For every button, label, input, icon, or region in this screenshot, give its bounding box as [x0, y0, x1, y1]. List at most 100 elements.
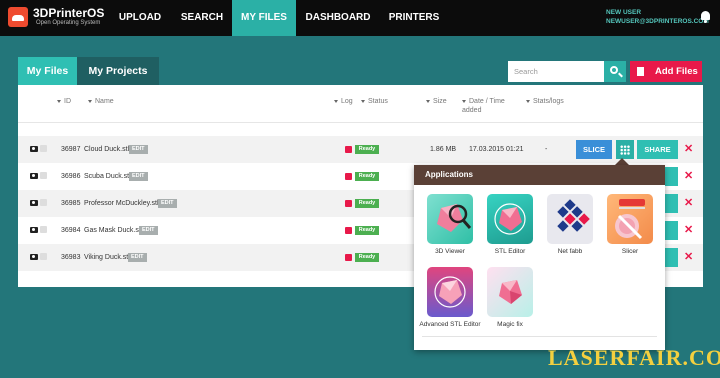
col-stats-label: Stats/logs	[533, 98, 564, 105]
file-name[interactable]: Viking Duck.stl	[84, 253, 130, 262]
brand-tagline: Open Operating System	[36, 20, 101, 26]
file-id: 36987	[61, 146, 81, 153]
slice-button[interactable]: SLICE	[576, 140, 612, 159]
sort-icon	[526, 99, 530, 103]
row-checkbox[interactable]	[40, 172, 47, 179]
log-icon[interactable]	[345, 173, 352, 180]
camera-icon[interactable]	[30, 146, 38, 152]
status-badge: Ready	[355, 253, 379, 262]
nav-dashboard[interactable]: DASHBOARD	[302, 0, 374, 36]
col-header-name[interactable]: Name	[88, 97, 114, 106]
app-magic-fix[interactable]: Magic fix	[480, 267, 540, 337]
col-header-status[interactable]: Status	[361, 97, 388, 106]
viewer-icon	[427, 194, 473, 244]
nav-search[interactable]: SEARCH	[174, 0, 230, 36]
add-files-label: Add Files	[655, 66, 698, 77]
log-icon[interactable]	[345, 146, 352, 153]
share-button[interactable]	[663, 167, 678, 186]
app-stl-editor[interactable]: STL Editor	[480, 194, 540, 264]
row-checkbox[interactable]	[40, 145, 47, 152]
file-name[interactable]: Gas Mask Duck.stl	[84, 226, 142, 235]
row-checkbox[interactable]	[40, 253, 47, 260]
app-netfabb[interactable]: Net fabb	[540, 194, 600, 264]
col-size-label: Size	[433, 98, 447, 105]
user-email: NEWUSER@3DPRINTEROS.COM	[606, 18, 709, 25]
netfabb-icon	[547, 194, 593, 244]
nav-upload[interactable]: UPLOAD	[112, 0, 168, 36]
sort-icon	[57, 99, 61, 103]
col-id-label: ID	[64, 98, 71, 105]
app-advanced-stl-editor[interactable]: Advanced STL Editor	[419, 267, 481, 337]
status-badge: Ready	[355, 172, 379, 181]
edit-button[interactable]: EDIT	[129, 145, 148, 154]
file-id: 36986	[61, 173, 81, 180]
file-name[interactable]: Professor McDuckley.stl	[84, 199, 159, 208]
file-name[interactable]: Scuba Duck.stl	[84, 172, 131, 181]
app-slicer[interactable]: Slicer	[600, 194, 660, 264]
camera-icon[interactable]	[30, 173, 38, 179]
edit-button[interactable]: EDIT	[128, 253, 147, 262]
brand-logo[interactable]: 3DPrinterOS Open Operating System	[8, 5, 118, 31]
sort-icon	[334, 99, 338, 103]
app-3d-viewer[interactable]: 3D Viewer	[420, 194, 480, 264]
file-id: 36984	[61, 227, 81, 234]
col-log-label: Log	[341, 98, 353, 105]
delete-icon[interactable]: ✕	[684, 249, 693, 265]
row-checkbox[interactable]	[40, 199, 47, 206]
edit-button[interactable]: EDIT	[129, 172, 148, 181]
log-icon[interactable]	[345, 227, 352, 234]
edit-button[interactable]: EDIT	[139, 226, 158, 235]
sort-icon	[361, 99, 365, 103]
camera-icon[interactable]	[30, 200, 38, 206]
col-date-label: Date / Time added	[462, 98, 505, 114]
applications-button[interactable]	[616, 140, 634, 159]
delete-icon[interactable]: ✕	[684, 141, 693, 157]
edit-button[interactable]: EDIT	[158, 199, 177, 208]
notification-bell-icon[interactable]	[700, 11, 711, 23]
col-header-date[interactable]: Date / Time added	[462, 97, 510, 115]
popup-divider	[422, 336, 657, 337]
nav-my-files[interactable]: MY FILES	[232, 0, 296, 36]
log-icon[interactable]	[345, 254, 352, 261]
col-header-id[interactable]: ID	[57, 97, 71, 106]
delete-icon[interactable]: ✕	[684, 195, 693, 211]
add-files-button[interactable]: Add Files	[630, 61, 702, 82]
status-badge: Ready	[355, 145, 379, 154]
col-name-label: Name	[95, 98, 114, 105]
share-button[interactable]	[663, 194, 678, 213]
share-button[interactable]	[663, 221, 678, 240]
log-icon[interactable]	[345, 200, 352, 207]
table-row[interactable]: 36987 Cloud Duck.stl EDIT Ready 1.86 MB …	[18, 136, 703, 163]
popup-caret	[615, 158, 629, 165]
camera-icon[interactable]	[30, 227, 38, 233]
delete-icon[interactable]: ✕	[684, 168, 693, 184]
camera-icon[interactable]	[30, 254, 38, 260]
search-button[interactable]	[604, 61, 626, 82]
tab-my-projects[interactable]: My Projects	[77, 57, 159, 85]
applications-title: Applications	[414, 165, 665, 185]
delete-icon[interactable]: ✕	[684, 222, 693, 238]
file-icon	[637, 67, 644, 76]
col-header-size[interactable]: Size	[426, 97, 447, 106]
file-stats: -	[545, 146, 548, 153]
app-label: Magic fix	[497, 321, 523, 328]
nav-printers[interactable]: PRINTERS	[384, 0, 444, 36]
search-icon	[610, 66, 618, 74]
col-header-stats[interactable]: Stats/logs	[526, 97, 564, 106]
stl-editor-icon	[487, 194, 533, 244]
status-badge: Ready	[355, 226, 379, 235]
user-label: NEW USER	[606, 9, 642, 16]
col-header-log[interactable]: Log	[334, 97, 353, 106]
user-menu[interactable]: NEW USER NEWUSER@3DPRINTEROS.COM	[606, 8, 709, 26]
share-button[interactable]: SHARE	[637, 140, 678, 159]
search-input[interactable]	[508, 61, 604, 82]
advanced-stl-editor-icon	[427, 267, 473, 317]
magic-fix-icon	[487, 267, 533, 317]
row-checkbox[interactable]	[40, 226, 47, 233]
sort-icon	[426, 99, 430, 103]
file-name[interactable]: Cloud Duck.stl	[84, 145, 129, 154]
tab-my-files[interactable]: My Files	[18, 57, 77, 85]
grid-icon	[620, 145, 630, 155]
top-navbar: 3DPrinterOS Open Operating System UPLOAD…	[0, 0, 720, 36]
file-id: 36983	[61, 254, 81, 261]
